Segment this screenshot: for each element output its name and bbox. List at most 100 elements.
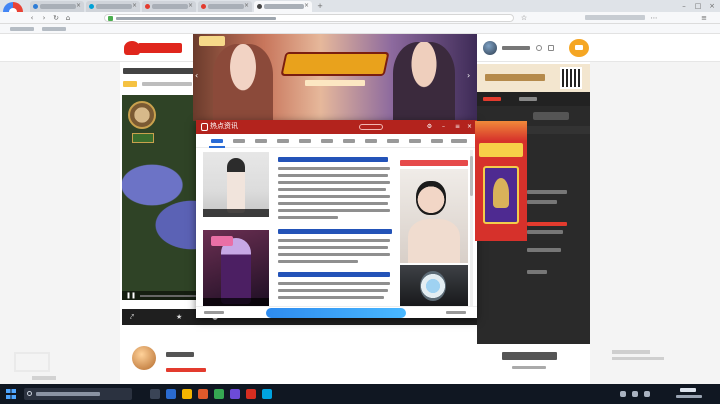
footer-link[interactable]	[204, 311, 224, 314]
browser-tab-3[interactable]: ×	[142, 1, 196, 12]
browser-tab-1[interactable]: ×	[30, 1, 84, 12]
tab-military[interactable]	[299, 139, 311, 143]
volume-icon[interactable]	[632, 391, 638, 397]
new-tab-icon[interactable]: +	[316, 2, 324, 10]
browser-tab-5-active[interactable]: ×	[254, 1, 312, 12]
footer-link[interactable]	[446, 311, 466, 314]
uploader-name[interactable]	[166, 352, 194, 357]
tab-finance[interactable]	[343, 139, 355, 143]
news-image-3[interactable]	[400, 169, 468, 263]
taskbar-search-box[interactable]	[24, 388, 132, 400]
back-icon[interactable]: ‹	[28, 14, 36, 22]
chevron-left-icon[interactable]: ‹	[195, 72, 203, 80]
news-headline-2[interactable]	[278, 229, 392, 234]
uploader-avatar[interactable]	[132, 346, 156, 370]
menu-icon[interactable]: ≡	[700, 14, 708, 22]
list-item[interactable]	[527, 248, 561, 252]
app-icon[interactable]	[166, 389, 176, 399]
tab-live-list[interactable]	[483, 97, 501, 101]
app-icon[interactable]	[230, 389, 240, 399]
date-select[interactable]	[533, 112, 569, 120]
popup-scrollbar[interactable]	[470, 150, 473, 310]
news-headline-1[interactable]	[278, 157, 388, 162]
tab-game[interactable]	[409, 139, 421, 143]
settings-icon[interactable]: ⚙	[426, 123, 433, 130]
game-ad-banner[interactable]: ‹ ›	[193, 34, 477, 121]
news-image-1[interactable]	[203, 152, 269, 217]
list-item[interactable]	[527, 200, 557, 204]
news-summary-line	[278, 195, 390, 198]
user-avatar[interactable]	[483, 41, 497, 55]
close-window-icon[interactable]: ×	[708, 2, 716, 10]
tab-sports[interactable]	[277, 139, 289, 143]
star-icon[interactable]: ☆	[520, 14, 528, 22]
refresh-icon[interactable]: ↻	[52, 14, 60, 22]
app-icon[interactable]	[214, 389, 224, 399]
history-icon[interactable]	[548, 45, 554, 51]
news-image-2[interactable]	[203, 230, 269, 306]
promo-headline[interactable]	[400, 160, 468, 166]
menu-icon[interactable]: ≡	[454, 123, 461, 130]
app-icon[interactable]	[198, 389, 208, 399]
close-tab-icon[interactable]: ×	[244, 2, 249, 9]
right-ad-banner[interactable]	[477, 64, 590, 92]
ime-icon[interactable]	[644, 391, 650, 397]
tab-history[interactable]	[431, 139, 443, 143]
task-view-icon[interactable]	[150, 389, 160, 399]
taskbar-clock[interactable]	[672, 387, 708, 401]
tab-recommend[interactable]	[211, 139, 223, 143]
close-tab-icon[interactable]: ×	[76, 2, 81, 9]
list-item[interactable]	[527, 230, 563, 234]
share-icon[interactable]: ⤤	[130, 313, 134, 322]
popup-footer-banner[interactable]	[266, 308, 406, 318]
daily-promo-popup[interactable]	[475, 121, 527, 241]
upload-button[interactable]	[569, 39, 589, 57]
news-image-4[interactable]	[400, 265, 468, 307]
follow-button[interactable]	[166, 368, 206, 372]
tab-tech[interactable]	[365, 139, 377, 143]
favorite-item[interactable]	[10, 27, 34, 31]
tab-more[interactable]	[451, 139, 467, 143]
app-icon[interactable]	[182, 389, 192, 399]
app-icon[interactable]	[262, 389, 272, 399]
tab-auto[interactable]	[321, 139, 333, 143]
tab-society[interactable]	[387, 139, 399, 143]
message-icon[interactable]	[536, 45, 542, 51]
minimize-icon[interactable]: –	[680, 2, 688, 10]
ad-character-left	[213, 44, 273, 121]
list-item[interactable]	[527, 270, 547, 274]
network-icon[interactable]	[620, 391, 626, 397]
site-logo[interactable]	[124, 41, 182, 55]
close-tab-icon[interactable]: ×	[188, 2, 193, 9]
pause-icon[interactable]: ❚❚	[126, 293, 136, 299]
user-name[interactable]	[502, 46, 530, 50]
favorite-item[interactable]	[42, 27, 66, 31]
app-icon[interactable]	[246, 389, 256, 399]
news-headline-3[interactable]	[278, 272, 390, 277]
scrollbar-thumb[interactable]	[470, 156, 473, 196]
tab-related[interactable]	[519, 97, 537, 101]
video-meta	[142, 82, 192, 86]
close-icon[interactable]: ×	[466, 123, 473, 130]
close-tab-icon[interactable]: ×	[132, 2, 137, 9]
list-item[interactable]	[527, 190, 567, 194]
tab-entertainment[interactable]	[255, 139, 267, 143]
like-icon[interactable]: ★	[176, 313, 182, 321]
chevron-right-icon[interactable]: ›	[467, 72, 475, 80]
promo-title	[479, 143, 523, 157]
video-category-badge[interactable]	[123, 81, 137, 87]
watermark-line	[612, 357, 664, 360]
windows-start-icon[interactable]	[6, 389, 16, 399]
extensions-icon[interactable]: ⋯	[650, 14, 658, 22]
browser-tab-4[interactable]: ×	[198, 1, 252, 12]
minimize-icon[interactable]: –	[440, 123, 447, 130]
list-item[interactable]	[527, 222, 567, 226]
search-engine-box[interactable]	[585, 15, 645, 20]
browser-tab-2[interactable]: ×	[86, 1, 140, 12]
tab-news[interactable]	[233, 139, 245, 143]
forward-icon[interactable]: ›	[40, 14, 48, 22]
close-tab-icon[interactable]: ×	[304, 2, 309, 9]
home-icon[interactable]: ⌂	[64, 14, 72, 22]
url-bar[interactable]	[104, 14, 514, 22]
maximize-icon[interactable]: □	[694, 2, 702, 10]
